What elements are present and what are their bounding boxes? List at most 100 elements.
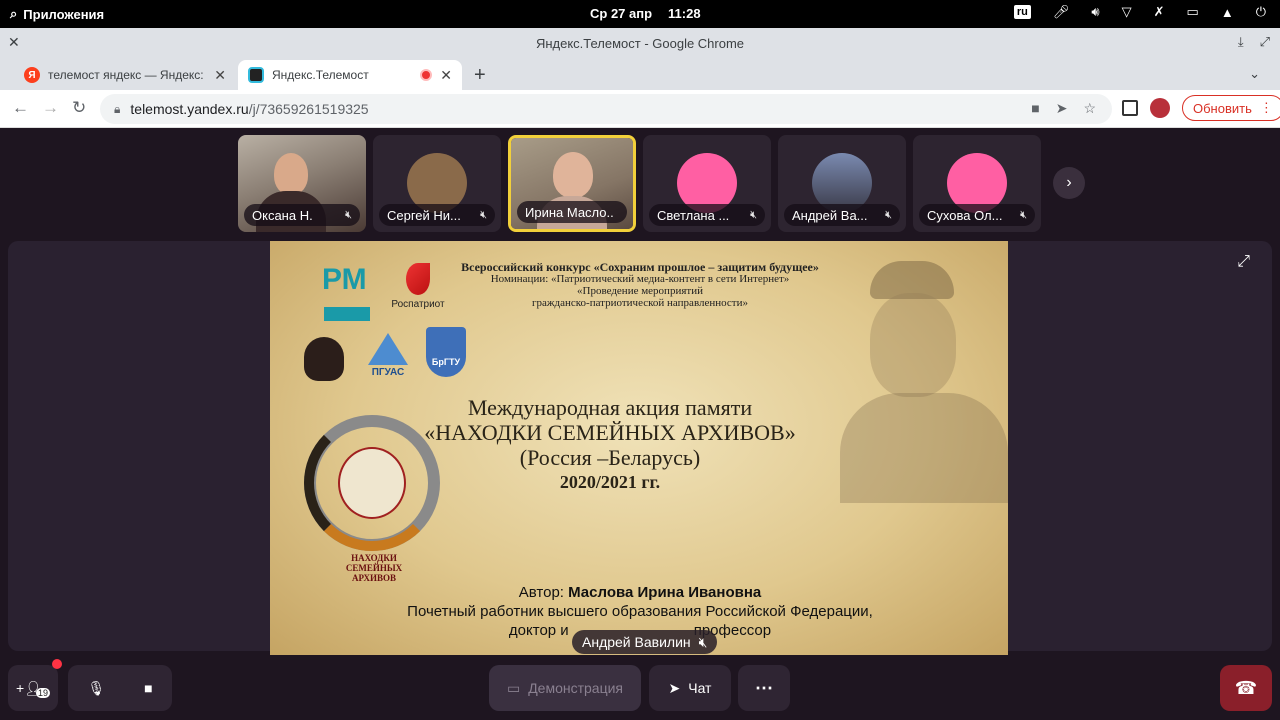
tab-close-icon[interactable]: ✕: [440, 67, 452, 84]
back-arrow-icon[interactable]: ←: [12, 98, 29, 118]
search-icon: ⌕: [10, 6, 18, 21]
author-name: Маслова Ирина Ивановна: [568, 584, 762, 601]
minimize-icon[interactable]: ⤓: [1238, 34, 1244, 50]
address-bar[interactable]: 🔒︎ telemost.yandex.ru /j/73659261519325 …: [100, 94, 1112, 124]
participant-tile-active-speaker[interactable]: Ирина Масло...: [508, 135, 636, 232]
microphone-muted-icon[interactable]: 🎙︎: [87, 680, 105, 697]
coat-of-arms-logo: [304, 337, 344, 381]
power-icon[interactable]: ⏻: [1256, 4, 1266, 20]
tab-yandex-search[interactable]: Я телемост яндекс — Яндекс: н ✕: [14, 60, 236, 90]
screen-share-label: Демонстрация: [528, 680, 624, 696]
tab-telemost[interactable]: Яндекс.Телемост ✕: [238, 60, 462, 90]
reload-icon[interactable]: ↻: [72, 98, 86, 118]
participant-nameplate: Сухова Ол... 🔇︎: [919, 204, 1035, 226]
extensions-icon[interactable]: [1122, 100, 1138, 116]
mic-off-icon: 🔇︎: [345, 208, 352, 221]
participant-name: Сухова Ол...: [927, 207, 1003, 223]
yandex-favicon-icon: Я: [24, 67, 40, 83]
lock-icon[interactable]: 🔒︎: [114, 102, 120, 117]
url-domain: telemost.yandex.ru: [130, 101, 249, 117]
new-tab-button[interactable]: +: [474, 64, 486, 87]
maximize-icon[interactable]: ⤢: [1260, 34, 1270, 50]
apps-label: Приложения: [23, 6, 105, 22]
participant-name: Оксана Н.: [252, 207, 313, 223]
participant-tile[interactable]: Сергей Ни... 🔇︎: [373, 135, 501, 232]
screen-share-button[interactable]: ▭ Демонстрация: [489, 665, 641, 711]
title-line-4: 2020/2021 гг.: [559, 472, 661, 492]
soldier-portrait: [830, 253, 1008, 503]
forward-arrow-icon[interactable]: →: [42, 98, 59, 118]
active-speaker-name: Андрей Вавилин: [582, 634, 691, 650]
contest-title: Всероссийский конкурс «Сохраним прошлое …: [461, 260, 819, 274]
author-title: Почетный работник высшего образования Ро…: [407, 603, 873, 620]
clock[interactable]: Ср 27 апр 11:28: [590, 6, 701, 21]
telemost-favicon-icon: [248, 67, 264, 83]
battery-icon[interactable]: ▭: [1187, 4, 1199, 20]
contest-info: Всероссийский конкурс «Сохраним прошлое …: [440, 261, 840, 309]
tab-label: Яндекс.Телемост: [272, 68, 369, 82]
author-prefix: Автор:: [518, 584, 564, 601]
end-call-button[interactable]: ☎︎: [1220, 665, 1272, 711]
date-label: Ср 27 апр: [590, 6, 653, 21]
participant-name: Сергей Ни...: [387, 207, 461, 223]
next-participants-chevron-icon[interactable]: ›: [1053, 167, 1085, 199]
notification-icon[interactable]: ▲: [1221, 5, 1234, 20]
fullscreen-expand-icon[interactable]: ⤢: [1237, 253, 1250, 271]
pguas-logo: ПГУАС: [366, 333, 410, 378]
tab-search-chevron-icon[interactable]: ⌄: [1249, 66, 1260, 82]
participant-tile[interactable]: Сухова Ол... 🔇︎: [913, 135, 1041, 232]
chat-button[interactable]: ➤ Чат: [649, 665, 731, 711]
update-button[interactable]: Обновить ⋮: [1182, 95, 1280, 121]
participant-name: Светлана ...: [657, 207, 730, 223]
participant-tile[interactable]: Андрей Ва... 🔇︎: [778, 135, 906, 232]
rospatriot-logo: Роспатриот: [388, 263, 448, 310]
mic-off-icon: 🔇︎: [750, 208, 757, 221]
memorial-medal-logo: НАХОДКИ СЕМЕЙНЫХ АРХИВОВ: [304, 403, 440, 583]
media-controls: 🎙︎ ■: [68, 665, 172, 711]
participant-name: Андрей Ва...: [792, 207, 868, 223]
contest-nomination-2: «Проведение мероприятий: [577, 285, 703, 297]
mic-off-icon: 🔇︎: [885, 208, 892, 221]
mic-off-icon: 🔇︎: [1020, 208, 1027, 221]
rospatriot-label: Роспатриот: [391, 299, 445, 310]
more-dots-icon: ⋯: [755, 677, 773, 698]
medal-caption: НАХОДКИ СЕМЕЙНЫХ АРХИВОВ: [345, 553, 403, 583]
rm-logo: РМ: [322, 263, 367, 296]
pguas-label: ПГУАС: [371, 367, 405, 378]
notification-dot: [52, 659, 62, 669]
recording-indicator-icon: [420, 69, 433, 81]
telemost-stage: Оксана Н. 🔇︎ Сергей Ни... 🔇︎ Ирина Масло…: [0, 128, 1280, 720]
brgtu-label: БрГТУ: [431, 357, 461, 367]
url-path: /j/73659261519325: [248, 101, 369, 117]
send-icon[interactable]: ➤: [1056, 100, 1068, 117]
tab-close-icon[interactable]: ✕: [214, 67, 226, 84]
microphone-icon[interactable]: 🎤︎: [1053, 4, 1070, 20]
browser-toolbar: ← → ↻ 🔒︎ telemost.yandex.ru /j/736592615…: [0, 90, 1280, 128]
camera-icon[interactable]: ■: [144, 680, 152, 696]
tab-label: телемост яндекс — Яндекс: н: [48, 68, 207, 82]
tab-strip: Я телемост яндекс — Яндекс: н ✕ Яндекс.Т…: [0, 58, 1280, 90]
more-options-button[interactable]: ⋯: [738, 665, 790, 711]
camera-in-use-icon[interactable]: ■: [1031, 100, 1039, 117]
bookmark-star-icon[interactable]: ☆: [1083, 100, 1096, 117]
participant-tile[interactable]: Светлана ... 🔇︎: [643, 135, 771, 232]
volume-icon[interactable]: 🔊︎: [1091, 4, 1099, 20]
chat-label: Чат: [688, 680, 712, 696]
participant-tile[interactable]: Оксана Н. 🔇︎: [238, 135, 366, 232]
apps-menu[interactable]: ⌕ Приложения: [10, 6, 104, 22]
profile-avatar[interactable]: [1150, 98, 1170, 118]
participant-nameplate: Ирина Масло...: [517, 201, 627, 223]
contest-nomination-3: гражданско-патриотической направленности…: [532, 297, 748, 309]
window-controls: ⤓ ⤢: [1238, 34, 1270, 50]
keyboard-layout-indicator[interactable]: ru: [1013, 5, 1031, 19]
window-title: Яндекс.Телемост - Google Chrome: [535, 36, 745, 51]
wifi-icon[interactable]: ▽: [1122, 4, 1132, 20]
participant-nameplate: Андрей Ва... 🔇︎: [784, 204, 900, 226]
title-line-1: Международная акция памяти: [467, 395, 753, 420]
update-label: Обновить: [1193, 100, 1252, 116]
contest-nomination: Номинации: «Патриотический медиа-контент…: [490, 273, 790, 285]
bluetooth-off-icon[interactable]: ✗: [1154, 4, 1165, 20]
system-top-bar: ⌕ Приложения Ср 27 апр 11:28 ru 🎤︎ 🔊︎ ▽ …: [0, 0, 1280, 28]
add-participants-button[interactable]: +👤︎ 19: [8, 659, 62, 711]
active-speaker-tag: Андрей Вавилин 🔇︎: [572, 630, 718, 654]
